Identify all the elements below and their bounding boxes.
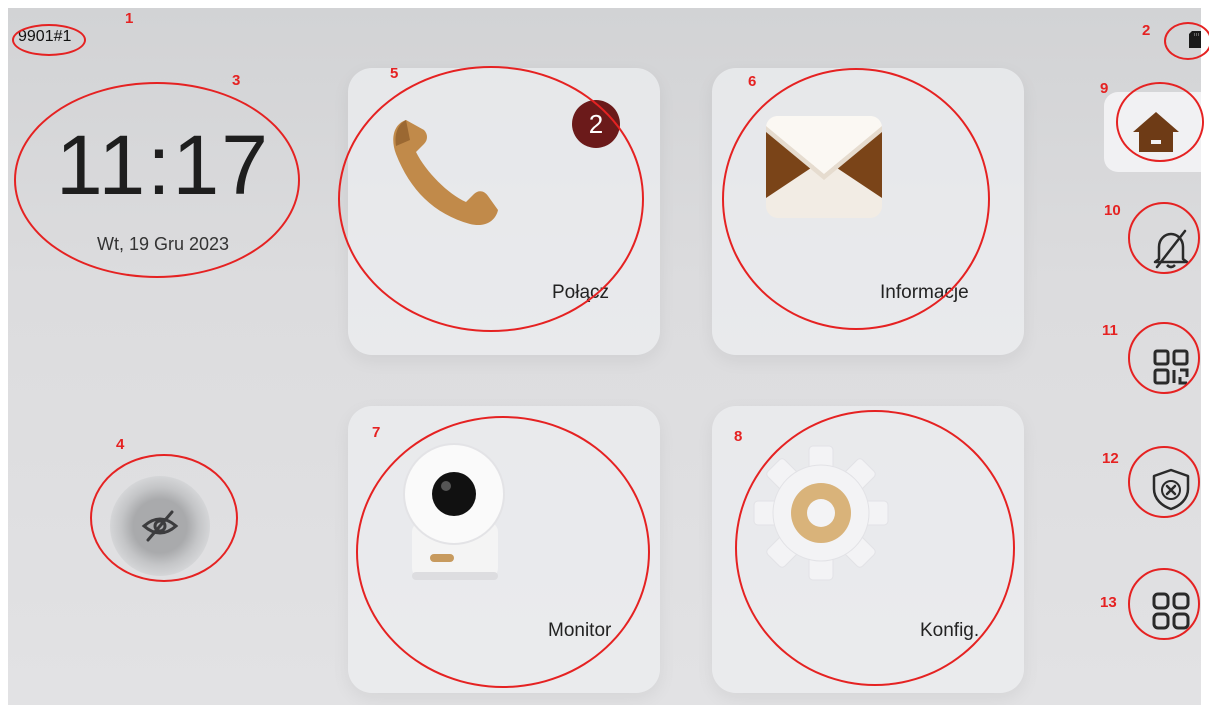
- camera-icon: [403, 443, 505, 580]
- annotation-number-10: 10: [1104, 202, 1121, 219]
- annotation-number-11: 11: [1102, 322, 1118, 339]
- annotation-number-5: 5: [390, 65, 399, 82]
- disarm-security-button[interactable]: [1138, 456, 1201, 522]
- shield-x-icon: [1152, 468, 1190, 511]
- phone-icon: [393, 120, 498, 226]
- privacy-toggle-button[interactable]: [110, 476, 210, 576]
- annotation-number-6: 6: [748, 73, 757, 90]
- home-icon: [1133, 112, 1179, 152]
- home-button[interactable]: [1104, 92, 1201, 172]
- missed-call-badge: 2: [572, 100, 620, 148]
- envelope-icon: [766, 116, 882, 218]
- annotation-number-12: 12: [1102, 450, 1119, 467]
- intercom-screen: 9901#1 11:17 Wt, 19 Gru 2023 2 Połącz In…: [8, 8, 1201, 705]
- clock-date: Wt, 19 Gru 2023: [96, 234, 230, 254]
- qr-code-icon: [1153, 349, 1189, 385]
- annotation-number-9: 9: [1100, 80, 1109, 97]
- clock-time: 11:17: [56, 118, 270, 212]
- call-tile-label: Połącz: [552, 282, 610, 303]
- sd-card-icon: [1189, 31, 1201, 48]
- apps-grid-icon: [1152, 592, 1190, 630]
- eye-off-icon: [141, 510, 179, 542]
- do-not-disturb-button[interactable]: [1138, 216, 1201, 282]
- information-tile-label: Informacje: [880, 282, 969, 303]
- settings-tile[interactable]: Konfig.: [712, 406, 1024, 693]
- qr-code-button[interactable]: [1138, 334, 1201, 400]
- annotation-number-7: 7: [372, 424, 381, 441]
- monitor-tile[interactable]: Monitor: [348, 406, 660, 693]
- annotation-number-1: 1: [125, 10, 134, 27]
- settings-tile-label: Konfig.: [920, 620, 980, 641]
- annotation-number-8: 8: [734, 428, 743, 445]
- bell-off-icon: [1153, 229, 1189, 269]
- annotation-number-3: 3: [232, 72, 241, 89]
- annotation-number-13: 13: [1100, 594, 1117, 611]
- gear-icon: [753, 445, 889, 581]
- device-id: 9901#1: [18, 28, 72, 45]
- annotation-number-4: 4: [116, 436, 125, 453]
- apps-menu-button[interactable]: [1138, 578, 1201, 644]
- call-tile[interactable]: 2 Połącz: [348, 68, 660, 355]
- annotation-number-2: 2: [1142, 22, 1151, 39]
- monitor-tile-label: Monitor: [548, 620, 612, 641]
- information-tile[interactable]: Informacje: [712, 68, 1024, 355]
